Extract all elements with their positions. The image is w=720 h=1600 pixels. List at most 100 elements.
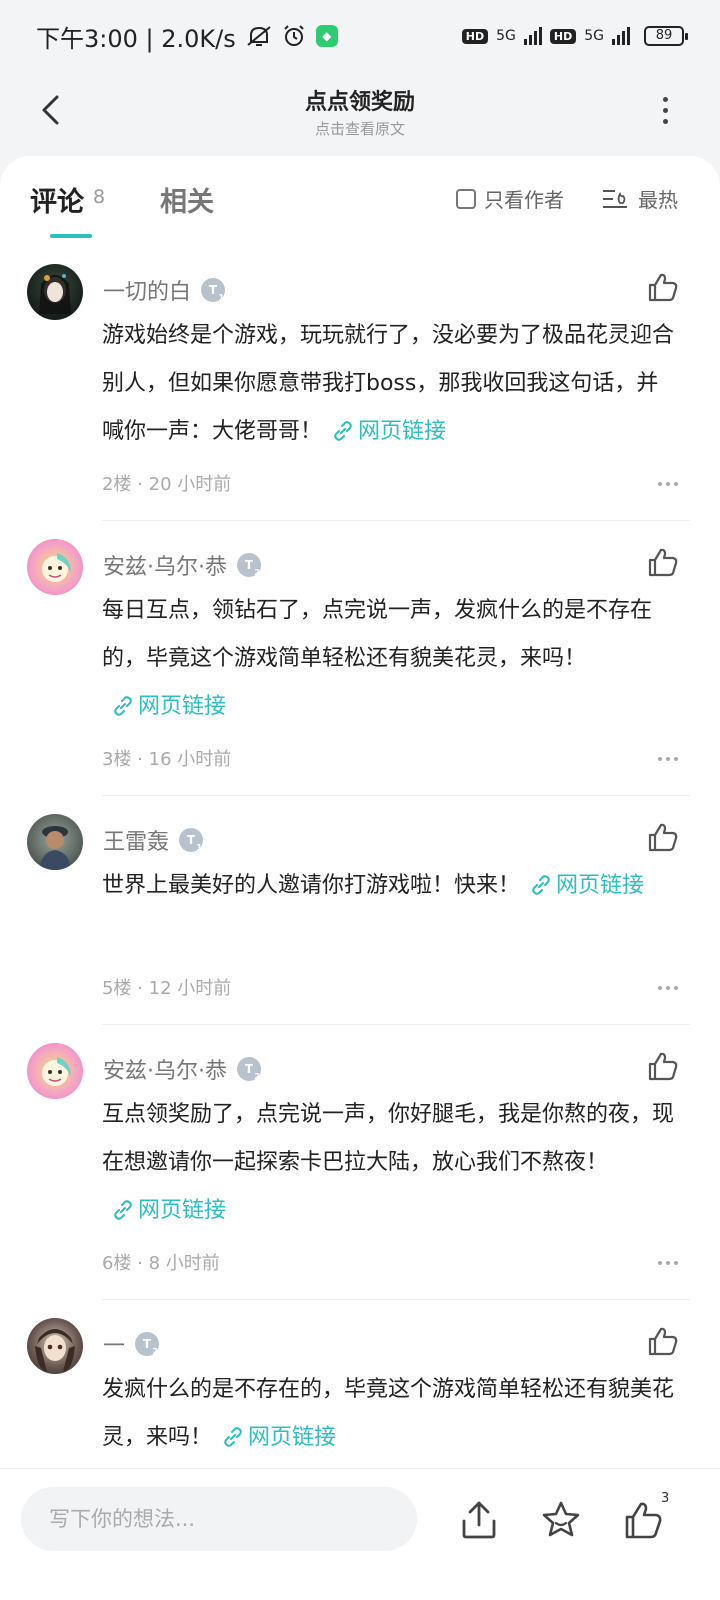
level-number: 1: [196, 843, 203, 852]
comment-text: 每日互点，领钻石了，点完说一声，发疯什么的是不存在的，毕竟这个游戏简单轻松还有貌…: [102, 598, 653, 671]
user-name[interactable]: 一: [103, 1328, 125, 1360]
dot-icon: [674, 1261, 678, 1265]
avatar[interactable]: [27, 264, 83, 320]
user-name[interactable]: 安兹·乌尔·恭: [103, 549, 227, 581]
comment-body: 发疯什么的是不存在的，毕竟这个游戏简单轻松还有貌美花灵，来吗！ 网页链接: [102, 1366, 677, 1462]
name-row: 安兹·乌尔·恭 T2: [103, 1053, 261, 1085]
comment-meta: 5楼 · 12 小时前: [102, 978, 232, 999]
thumbs-up-icon[interactable]: [646, 1049, 680, 1083]
web-link[interactable]: 网页链接: [102, 694, 226, 719]
alarm-icon: [282, 24, 306, 48]
comment-input[interactable]: 写下你的想法...: [21, 1487, 417, 1551]
comments-card: 评论 8 相关 只看作者 最热 一切的白 T1 游戏始终是个游戏，玩玩就行了，没…: [0, 156, 720, 1600]
level-number: 2: [152, 1347, 159, 1356]
avatar[interactable]: [27, 1043, 83, 1099]
dot-icon: [658, 757, 662, 761]
avatar[interactable]: [27, 1318, 83, 1374]
tab-related[interactable]: 相关: [160, 180, 214, 219]
comment-item: 安兹·乌尔·恭 T2 每日互点，领钻石了，点完说一声，发疯什么的是不存在的，毕竟…: [0, 521, 720, 796]
signal-icon-2: [612, 27, 630, 45]
level-letter: T: [208, 283, 218, 297]
header: 点点领奖励 点击查看原文: [0, 72, 720, 160]
comment-item: 安兹·乌尔·恭 T2 互点领奖励了，点完说一声，你好腿毛，我是你熬的夜，现在想邀…: [0, 1025, 720, 1300]
dot-icon: [658, 1261, 662, 1265]
like-count: 3: [661, 1491, 670, 1506]
tab-bar: 评论 8 相关 只看作者 最热: [0, 156, 720, 244]
link-icon: [224, 1427, 242, 1447]
web-link-label: 网页链接: [138, 1198, 227, 1223]
comment-body: 每日互点，领钻石了，点完说一声，发疯什么的是不存在的，毕竟这个游戏简单轻松还有貌…: [102, 587, 677, 731]
status-right: HD 5G HD 5G 89: [461, 26, 688, 46]
sort-icon: [603, 189, 627, 208]
tab-comments[interactable]: 评论: [30, 180, 84, 219]
web-link-label: 网页链接: [556, 873, 645, 898]
network-label-1: 5G: [496, 28, 516, 44]
dot-icon: [674, 482, 678, 486]
sort-button[interactable]: 最热: [602, 184, 678, 213]
web-link[interactable]: 网页链接: [322, 419, 446, 444]
user-name[interactable]: 一切的白: [103, 274, 191, 306]
share-icon[interactable]: [458, 1499, 500, 1541]
author-only-toggle[interactable]: 只看作者: [456, 184, 564, 213]
comment-more-button[interactable]: [658, 757, 678, 761]
comment-meta: 3楼 · 16 小时前: [102, 749, 232, 770]
name-row: 一 T2: [103, 1328, 160, 1360]
dot-icon: [662, 107, 668, 113]
comment-body: 游戏始终是个游戏，玩玩就行了，没必要为了极品花灵迎合别人，但如果你愿意带我打bo…: [102, 312, 677, 456]
web-link[interactable]: 网页链接: [520, 873, 644, 898]
comment-more-button[interactable]: [658, 482, 678, 486]
mute-icon: [246, 24, 272, 48]
more-menu-button[interactable]: [650, 90, 680, 130]
name-row: 一切的白 T1: [103, 274, 226, 306]
sort-label: 最热: [638, 188, 678, 212]
level-badge-icon: T1: [201, 278, 226, 302]
hd-badge-1: HD: [461, 28, 489, 44]
level-badge-icon: T2: [135, 1332, 160, 1356]
status-left: 下午3:00 | 2.0K/s ◆: [36, 19, 338, 54]
bottom-bar: 写下你的想法... 3: [0, 1468, 720, 1600]
level-number: 2: [254, 1072, 260, 1081]
thumbs-up-icon[interactable]: [646, 545, 680, 579]
dot-icon: [658, 986, 662, 990]
dot-icon: [658, 482, 662, 486]
battery-icon: 89: [644, 26, 688, 46]
network-label-2: 5G: [584, 28, 604, 44]
dot-icon: [674, 757, 678, 761]
web-link[interactable]: 网页链接: [212, 1425, 336, 1450]
thumbs-up-icon[interactable]: [646, 270, 680, 304]
comment-body: 世界上最美好的人邀请你打游戏啦！快来！ 网页链接: [102, 862, 677, 910]
level-badge-icon: T1: [179, 828, 204, 852]
avatar[interactable]: [27, 539, 83, 595]
web-link[interactable]: 网页链接: [102, 1198, 226, 1223]
level-letter: T: [244, 558, 254, 572]
comment-more-button[interactable]: [658, 1261, 678, 1265]
dot-icon: [662, 118, 668, 124]
web-link-label: 网页链接: [358, 419, 447, 444]
dot-icon: [662, 96, 668, 102]
thumbs-up-icon[interactable]: [646, 1324, 680, 1358]
link-icon: [114, 696, 132, 716]
comment-more-button[interactable]: [658, 986, 678, 990]
level-number: 2: [254, 568, 260, 577]
user-name[interactable]: 安兹·乌尔·恭: [103, 1053, 227, 1085]
dot-icon: [666, 482, 670, 486]
star-icon[interactable]: [540, 1499, 582, 1541]
thumbs-up-icon[interactable]: [646, 820, 680, 854]
level-badge-icon: T2: [237, 1057, 261, 1081]
comment-item: 一切的白 T1 游戏始终是个游戏，玩玩就行了，没必要为了极品花灵迎合别人，但如果…: [0, 246, 720, 521]
comment-text: 互点领奖励了，点完说一声，你好腿毛，我是你熬的夜，现在想邀请你一起探索卡巴拉大陆…: [102, 1102, 675, 1175]
thumbs-up-icon[interactable]: [622, 1499, 664, 1541]
dot-icon: [666, 986, 670, 990]
checkbox-icon: [456, 188, 476, 209]
comment-item: 王雷轰 T1 世界上最美好的人邀请你打游戏啦！快来！ 网页链接 5楼 · 12 小…: [0, 796, 720, 1025]
level-letter: T: [142, 1337, 152, 1351]
user-name[interactable]: 王雷轰: [103, 824, 169, 856]
comment-meta: 6楼 · 8 小时前: [102, 1253, 220, 1274]
view-original-link[interactable]: 点击查看原文: [0, 118, 720, 139]
avatar[interactable]: [27, 814, 83, 870]
name-row: 王雷轰 T1: [103, 824, 204, 856]
level-badge-icon: T2: [237, 553, 261, 577]
active-tab-indicator: [50, 234, 92, 238]
level-number: 1: [218, 293, 225, 302]
link-icon: [334, 421, 352, 441]
